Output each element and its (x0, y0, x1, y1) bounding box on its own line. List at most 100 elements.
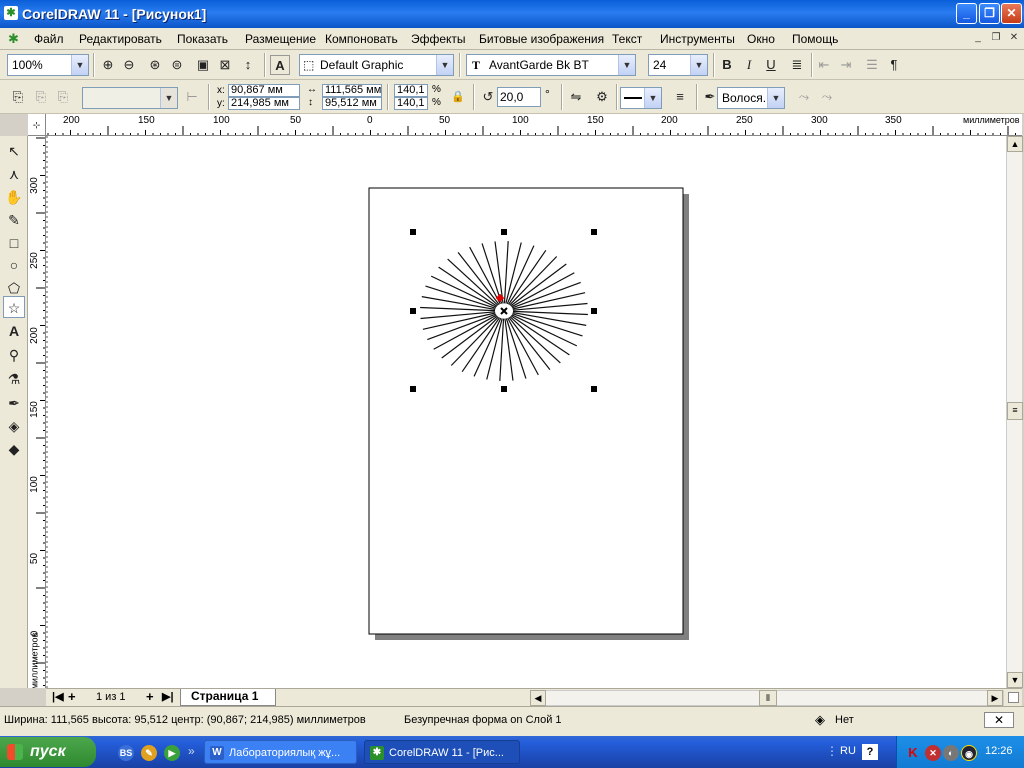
scale-y-field[interactable]: 140,1 (394, 97, 428, 110)
width-field[interactable]: 111,565 мм (322, 84, 382, 97)
underline-icon[interactable]: U (761, 55, 781, 75)
chevron-down-icon[interactable]: ▼ (436, 55, 453, 75)
chevron-down-icon[interactable]: ▼ (71, 55, 88, 75)
star-tool-icon[interactable]: ☆ (3, 296, 25, 318)
outline-tool-icon[interactable]: ✒ (3, 392, 25, 414)
convert-curves-icon[interactable]: ⤳ (817, 87, 837, 107)
document-icon[interactable]: ✱ (8, 31, 19, 47)
chevron-down-icon[interactable]: ▼ (690, 55, 707, 75)
text-properties-icon[interactable]: A (270, 55, 290, 75)
x-position-field[interactable]: 90,867 мм (228, 84, 300, 97)
scale-x-field[interactable]: 140,1 (394, 84, 428, 97)
zoom-selected-icon[interactable]: ⊛ (145, 55, 165, 75)
language-indicator[interactable]: RU (840, 745, 856, 757)
lock-ratio-icon[interactable]: 🔒 (448, 87, 468, 107)
selection-handle[interactable] (410, 386, 416, 392)
minimize-button[interactable]: _ (956, 3, 977, 24)
chevron-down-icon[interactable]: ▼ (767, 88, 784, 108)
angle-field[interactable]: 20,0 (497, 87, 541, 107)
kaspersky-icon[interactable]: K (905, 745, 921, 761)
rotate-icon[interactable]: ↺ (478, 87, 498, 107)
quicklaunch-bs-icon[interactable]: BS (118, 745, 134, 761)
rectangle-tool-icon[interactable]: □ (3, 232, 25, 254)
scroll-up-button[interactable]: ▲ (1007, 136, 1023, 152)
copy-props-icon[interactable]: ⎘ (31, 87, 51, 107)
quicklaunch-media-icon[interactable]: ▶ (164, 745, 180, 761)
zoom-out-icon[interactable]: ⊖ (119, 55, 139, 75)
help-icon[interactable]: ? (862, 744, 878, 760)
doc-minimize-button[interactable]: _ (970, 31, 986, 46)
zoom-width-icon[interactable]: ⊠ (215, 55, 235, 75)
doc-close-button[interactable]: ✕ (1006, 31, 1022, 46)
drawing-canvas[interactable] (46, 136, 1006, 688)
zoom-in-icon[interactable]: ⊕ (98, 55, 118, 75)
font-size-combo[interactable]: 24 ▼ (648, 54, 708, 76)
menu-view[interactable]: Показать (177, 32, 228, 46)
outline-props-icon[interactable]: ≡ (670, 87, 690, 107)
interactive-fill-icon[interactable]: ◆ (3, 438, 25, 460)
selection-handle[interactable] (591, 308, 597, 314)
selection-handle[interactable] (501, 386, 507, 392)
selection-handle[interactable] (591, 386, 597, 392)
network-icon[interactable]: ✕ (925, 745, 941, 761)
menu-tools[interactable]: Инструменты (660, 32, 735, 46)
menu-help[interactable]: Помощь (792, 32, 838, 46)
scroll-thumb[interactable]: ≡ (1007, 402, 1023, 420)
add-page-before-icon[interactable]: + (68, 689, 76, 704)
selection-handle[interactable] (501, 229, 507, 235)
zoom-combo[interactable]: 100% ▼ (7, 54, 89, 76)
zoom-all-icon[interactable]: ⊜ (167, 55, 187, 75)
graphic-style-combo[interactable]: ⬚ Default Graphic ▼ (299, 54, 454, 76)
coreldraw-icon[interactable]: ✱ (4, 6, 18, 20)
scroll-left-button[interactable]: ◀ (530, 690, 546, 706)
align-icon[interactable]: ≣ (787, 55, 807, 75)
menu-effects[interactable]: Эффекты (411, 32, 466, 46)
selection-handle[interactable] (410, 229, 416, 235)
hand-tool-icon[interactable]: ✋ (3, 186, 25, 208)
menu-file[interactable]: Файл (34, 32, 64, 46)
quicklaunch-tool-icon[interactable]: ✎ (141, 745, 157, 761)
font-combo[interactable]: T AvantGarde Bk BT ▼ (466, 54, 636, 76)
chevron-down-icon[interactable]: ▼ (160, 88, 177, 108)
line-style-combo[interactable]: ▼ (620, 87, 662, 109)
object-props-icon[interactable]: ⎘ (8, 87, 28, 107)
italic-icon[interactable]: I (739, 55, 759, 75)
security-icon[interactable]: ◐ (943, 745, 959, 761)
doc-restore-button[interactable]: ❐ (988, 31, 1004, 46)
menu-window[interactable]: Окно (747, 32, 775, 46)
ruler-origin[interactable]: ⊹ (28, 114, 46, 136)
add-page-after-icon[interactable]: + (146, 689, 154, 704)
eyedropper-tool-icon[interactable]: ⚗ (3, 368, 25, 390)
h-scroll-thumb[interactable]: ⦀ (759, 690, 777, 706)
tab-page-1[interactable]: Страница 1 (180, 689, 276, 706)
tray-app-icon[interactable]: ◉ (961, 745, 977, 761)
add-preset-icon[interactable]: ⊢ (182, 87, 202, 107)
increase-indent-icon[interactable]: ⇥ (836, 55, 856, 75)
freehand-tool-icon[interactable]: ✎ (3, 209, 25, 231)
close-button[interactable]: ✕ (1001, 3, 1022, 24)
corner-box[interactable] (1008, 692, 1019, 703)
bullets-icon[interactable]: ☰ (862, 55, 882, 75)
paragraph-icon[interactable]: ¶ (884, 55, 904, 75)
y-position-field[interactable]: 214,985 мм (228, 97, 300, 110)
ellipse-tool-icon[interactable]: ○ (3, 254, 25, 276)
menu-layout[interactable]: Размещение (245, 32, 316, 46)
toolbar-grip-icon[interactable]: ⋮ (826, 744, 838, 758)
zoom-height-icon[interactable]: ↕ (238, 55, 258, 75)
height-field[interactable]: 95,512 мм (322, 97, 382, 110)
menu-arrange[interactable]: Компоновать (325, 32, 398, 46)
vertical-ruler[interactable]: 300 250 200 150 100 50 0 миллиметров (28, 136, 46, 688)
preset-combo[interactable]: ▼ (82, 87, 178, 109)
bold-icon[interactable]: B (717, 55, 737, 75)
scroll-down-button[interactable]: ▼ (1007, 672, 1023, 688)
scroll-right-button[interactable]: ▶ (987, 690, 1003, 706)
vertical-scrollbar[interactable]: ▲ ≡ ▼ (1006, 136, 1023, 688)
text-tool-icon[interactable]: A (3, 320, 25, 342)
decrease-indent-icon[interactable]: ⇤ (814, 55, 834, 75)
start-button[interactable]: пуск (0, 737, 96, 767)
restore-button[interactable]: ❐ (979, 3, 1000, 24)
task-coreldraw[interactable]: ✱ CorelDRAW 11 - [Рис... (364, 740, 520, 764)
selection-handle[interactable] (591, 229, 597, 235)
paste-props-icon[interactable]: ⎘ (53, 87, 73, 107)
menu-text[interactable]: Текст (612, 32, 642, 46)
